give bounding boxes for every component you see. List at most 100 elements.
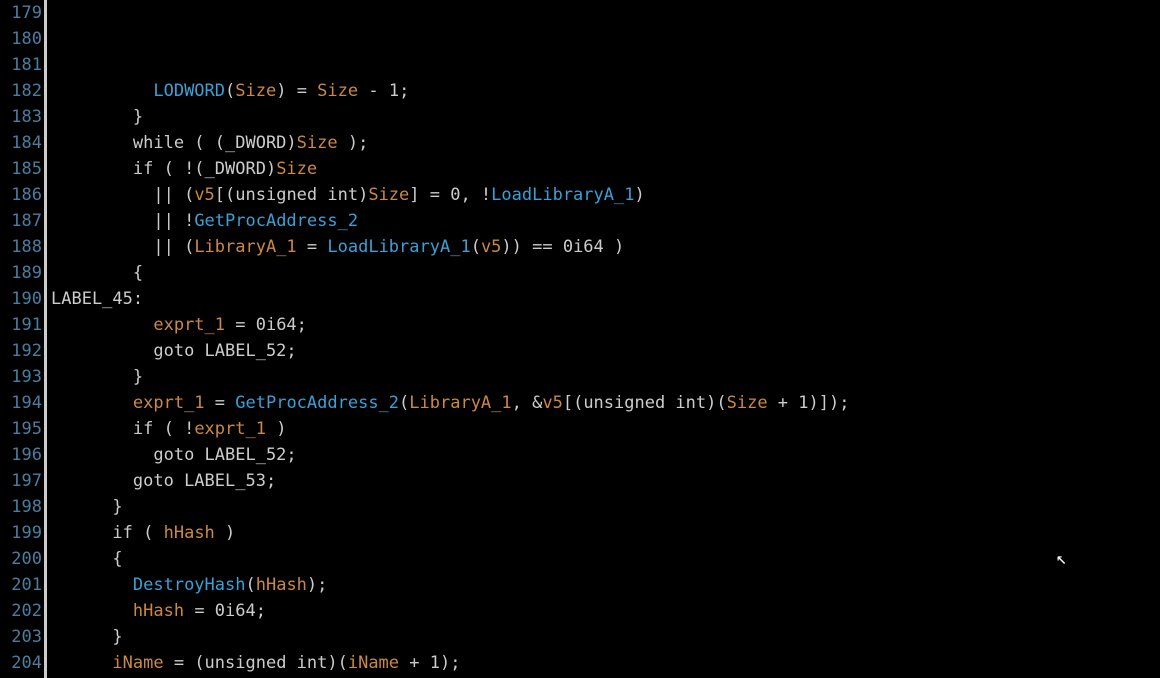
code-token: = 0i64;: [184, 601, 266, 621]
line-number: 195: [2, 416, 42, 442]
code-line[interactable]: while ( (_DWORD)Size );: [51, 130, 1160, 156]
code-token: {: [133, 263, 143, 283]
code-token: hHash: [133, 601, 184, 621]
indent: [51, 601, 133, 621]
code-token: )) == 0i64 ): [501, 237, 624, 257]
line-number: 203: [2, 624, 42, 650]
line-number: 185: [2, 156, 42, 182]
code-token: LibraryA_1: [409, 393, 511, 413]
indent: [51, 575, 133, 595]
code-token: v5: [481, 237, 501, 257]
code-token: (: [471, 237, 481, 257]
code-token: goto LABEL_53;: [133, 471, 276, 491]
code-line[interactable]: DestroyHash(hHash);: [51, 572, 1160, 598]
code-token: LABEL_45:: [51, 289, 143, 309]
code-token: ): [634, 185, 644, 205]
code-token: =: [297, 237, 328, 257]
code-line[interactable]: || (LibraryA_1 = LoadLibraryA_1(v5)) == …: [51, 234, 1160, 260]
code-token: }: [112, 627, 122, 647]
indent: [51, 133, 133, 153]
line-number: 184: [2, 130, 42, 156]
code-line[interactable]: iName = (unsigned int)(iName + 1);: [51, 650, 1160, 676]
line-number: 204: [2, 650, 42, 676]
indent: [51, 315, 153, 335]
code-token: exprt_1: [153, 315, 225, 335]
code-token: goto LABEL_52;: [153, 341, 296, 361]
code-token: }: [133, 367, 143, 387]
indent: [51, 419, 133, 439]
indent: [51, 211, 153, 231]
code-token: {: [112, 549, 122, 569]
code-line[interactable]: }: [51, 624, 1160, 650]
code-line[interactable]: if ( !exprt_1 ): [51, 416, 1160, 442]
code-line[interactable]: LODWORD(Size) = Size - 1;: [51, 78, 1160, 104]
code-token: Size: [297, 133, 338, 153]
code-token: v5: [194, 185, 214, 205]
line-number: 198: [2, 494, 42, 520]
code-line[interactable]: || (v5[(unsigned int)Size] = 0, !LoadLib…: [51, 182, 1160, 208]
code-token: Size: [276, 159, 317, 179]
code-token: );: [307, 575, 327, 595]
code-token: iName: [348, 653, 399, 673]
code-line[interactable]: }: [51, 494, 1160, 520]
code-token: LODWORD: [153, 81, 225, 101]
code-line[interactable]: if ( !(_DWORD)Size: [51, 156, 1160, 182]
line-number: 180: [2, 26, 42, 52]
line-number: 187: [2, 208, 42, 234]
code-token: LoadLibraryA_1: [491, 185, 634, 205]
code-token: [(unsigned int): [215, 185, 369, 205]
code-token: ] = 0, !: [409, 185, 491, 205]
code-line[interactable]: }: [51, 104, 1160, 130]
line-number: 182: [2, 78, 42, 104]
line-number: 197: [2, 468, 42, 494]
code-token: goto LABEL_52;: [153, 445, 296, 465]
code-token: );: [338, 133, 369, 153]
code-token: - 1;: [358, 81, 409, 101]
line-number: 202: [2, 598, 42, 624]
code-token: exprt_1: [194, 419, 266, 439]
code-token: }: [112, 497, 122, 517]
code-token: Size: [235, 81, 276, 101]
code-token: LibraryA_1: [194, 237, 296, 257]
code-token: = 0i64;: [225, 315, 307, 335]
line-number: 201: [2, 572, 42, 598]
indent: [51, 341, 153, 361]
line-number: 189: [2, 260, 42, 286]
code-area[interactable]: LODWORD(Size) = Size - 1; } while ( (_DW…: [47, 0, 1160, 678]
code-token: GetProcAddress_2: [194, 211, 358, 231]
code-line[interactable]: exprt_1 = GetProcAddress_2(LibraryA_1, &…: [51, 390, 1160, 416]
code-token: if ( !(_DWORD): [133, 159, 276, 179]
indent: [51, 497, 112, 517]
code-editor: 1791801811821831841851861871881891901911…: [0, 0, 1160, 678]
line-number: 183: [2, 104, 42, 130]
code-line[interactable]: exprt_1 = 0i64;: [51, 312, 1160, 338]
indent: [51, 185, 153, 205]
indent: [51, 471, 133, 491]
code-token: || (: [153, 237, 194, 257]
code-line[interactable]: if ( hHash ): [51, 520, 1160, 546]
code-line[interactable]: || !GetProcAddress_2: [51, 208, 1160, 234]
code-line[interactable]: goto LABEL_52;: [51, 442, 1160, 468]
indent: [51, 653, 112, 673]
line-number: 200: [2, 546, 42, 572]
indent: [51, 237, 153, 257]
code-token: , &: [512, 393, 543, 413]
code-line[interactable]: {: [51, 546, 1160, 572]
code-line[interactable]: {: [51, 260, 1160, 286]
code-line[interactable]: LABEL_45:: [51, 286, 1160, 312]
line-number-gutter: 1791801811821831841851861871881891901911…: [0, 0, 47, 678]
code-token: if ( !: [133, 419, 194, 439]
code-token: + 1)]);: [768, 393, 850, 413]
code-line[interactable]: }: [51, 364, 1160, 390]
line-number: 179: [2, 0, 42, 26]
code-token: + 1);: [399, 653, 460, 673]
code-token: exprt_1: [133, 393, 205, 413]
code-line[interactable]: goto LABEL_53;: [51, 468, 1160, 494]
code-token: || !: [153, 211, 194, 231]
code-line[interactable]: hHash = 0i64;: [51, 598, 1160, 624]
indent: [51, 523, 112, 543]
code-token: if (: [112, 523, 163, 543]
indent: [51, 549, 112, 569]
code-line[interactable]: goto LABEL_52;: [51, 338, 1160, 364]
line-number: 199: [2, 520, 42, 546]
